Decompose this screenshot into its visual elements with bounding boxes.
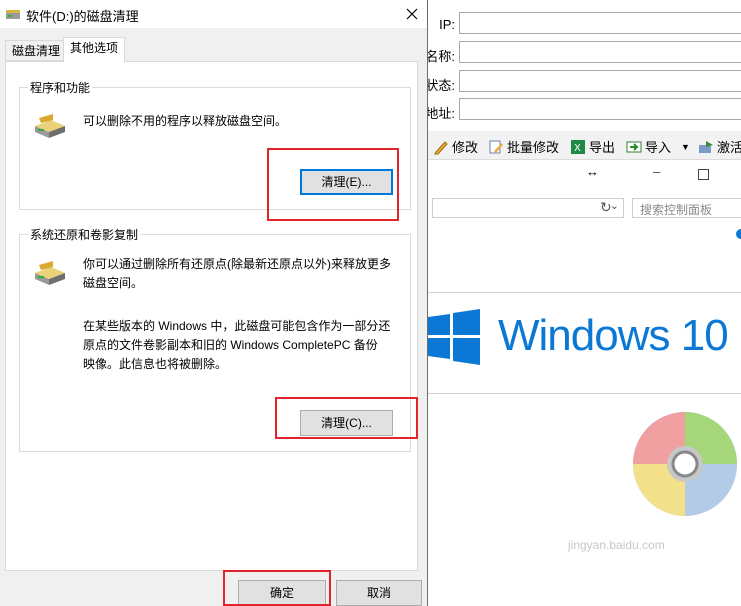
title-bar: 软件(D:)的磁盘清理 <box>0 0 427 28</box>
name-label: 名称: <box>425 49 455 64</box>
restore-text-line: 磁盘空间。 <box>83 276 144 290</box>
import-label: 导入 <box>645 140 672 155</box>
batch-edit-button[interactable]: 批量修改 <box>488 137 559 156</box>
shadow-text-line: 映像。此信息也将被删除。 <box>83 357 228 371</box>
shadow-copies-description: 在某些版本的 Windows 中，此磁盘可能包含作为一部分还 原点的文件卷影副本… <box>83 317 390 374</box>
dropdown-arrow-icon[interactable]: ▼ <box>681 142 690 152</box>
maximize-icon[interactable] <box>698 169 709 180</box>
tab-panel-more-options: 程序和功能 可以删除不用的程序以释放磁盘空间。 清理(E)... 系统还原和卷影… <box>5 61 418 571</box>
activate-label: 激活 <box>717 140 741 155</box>
close-icon <box>406 8 418 20</box>
windows-logo-banner: Windows 10 <box>428 292 741 394</box>
close-button[interactable] <box>397 0 427 28</box>
cleanup-programs-button[interactable]: 清理(E)... <box>300 169 393 195</box>
system-restore-title: 系统还原和卷影复制 <box>28 226 141 243</box>
status-input[interactable] <box>459 70 741 92</box>
address-label: 地址: <box>425 106 455 121</box>
address-field-row: 地址: <box>425 98 741 123</box>
toolbar: 修改 批量修改 X 导出 导入 ▼ 激活 <box>428 131 741 160</box>
background-window: IP: 名称: 状态: 地址: 修改 批量修改 X 导出 导入 ▼ 激活 ↔ –… <box>425 0 741 606</box>
import-icon <box>626 139 642 155</box>
export-button[interactable]: X 导出 <box>570 137 615 156</box>
ip-field-row: IP: <box>428 12 741 37</box>
batch-edit-label: 批量修改 <box>507 140 560 155</box>
help-icon[interactable] <box>736 229 741 239</box>
activate-icon <box>698 139 714 155</box>
drive-cleanup-icon <box>35 114 65 138</box>
drive-cleanup-icon <box>35 261 65 285</box>
control-panel-window: ↔ – <box>428 160 741 230</box>
activate-button[interactable]: 激活 <box>698 137 741 156</box>
status-field-row: 状态: <box>425 70 741 95</box>
address-bar[interactable]: ⌄ <box>432 198 624 218</box>
address-input[interactable] <box>459 98 741 120</box>
pencil-icon <box>433 139 449 155</box>
edit-label: 修改 <box>452 140 479 155</box>
disk-cleanup-dialog: 软件(D:)的磁盘清理 磁盘清理 其他选项 程序和功能 可以删除不用的程序以释放… <box>0 0 428 606</box>
import-button[interactable]: 导入 ▼ <box>626 137 690 156</box>
shadow-text-line: 在某些版本的 Windows 中，此磁盘可能包含作为一部分还 <box>83 319 391 333</box>
cancel-button[interactable]: 取消 <box>336 580 422 606</box>
export-label: 导出 <box>589 140 616 155</box>
ip-label: IP: <box>439 17 455 32</box>
programs-features-group: 程序和功能 可以删除不用的程序以释放磁盘空间。 清理(E)... <box>19 79 411 210</box>
name-input[interactable] <box>459 41 741 63</box>
ip-input[interactable] <box>459 12 741 34</box>
minimize-icon[interactable]: – <box>653 164 660 179</box>
edit-button[interactable]: 修改 <box>433 137 478 156</box>
status-label: 状态: <box>425 78 455 93</box>
resize-cursor-icon: ↔ <box>586 164 599 179</box>
ok-button[interactable]: 确定 <box>238 580 326 606</box>
tab-more-options[interactable]: 其他选项 <box>63 37 126 62</box>
excel-icon: X <box>570 139 586 155</box>
dialog-title: 软件(D:)的磁盘清理 <box>26 9 139 24</box>
restore-text-line: 你可以通过删除所有还原点(除最新还原点以外)来释放更多 <box>83 257 391 271</box>
programs-features-description: 可以删除不用的程序以释放磁盘空间。 <box>83 114 288 128</box>
windows-10-wordmark: Windows 10 <box>498 311 729 360</box>
shadow-text-line: 原点的文件卷影副本和旧的 Windows CompletePC 备份 <box>83 338 378 352</box>
restore-points-description: 你可以通过删除所有还原点(除最新还原点以外)来释放更多 磁盘空间。 <box>83 255 391 293</box>
windows-logo-icon <box>428 309 480 365</box>
cleanup-restore-button[interactable]: 清理(C)... <box>300 410 393 436</box>
watermark-text: jingyan.baidu.com <box>568 538 665 552</box>
disk-cleanup-cd-icon <box>633 412 737 516</box>
programs-features-title: 程序和功能 <box>28 79 93 96</box>
svg-text:X: X <box>574 143 581 154</box>
tab-disk-cleanup[interactable]: 磁盘清理 <box>5 40 68 61</box>
name-field-row: 名称: <box>425 41 741 66</box>
search-control-panel-input[interactable]: 搜索控制面板 <box>632 198 741 218</box>
system-restore-group: 系统还原和卷影复制 你可以通过删除所有还原点(除最新还原点以外)来释放更多 磁盘… <box>19 226 411 452</box>
batch-edit-icon <box>488 139 504 155</box>
refresh-icon[interactable]: ↻ <box>600 199 612 216</box>
disk-cleanup-app-icon <box>6 10 20 19</box>
